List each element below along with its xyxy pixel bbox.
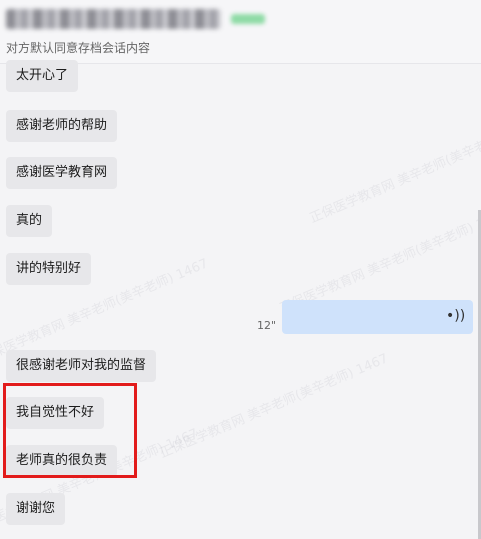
incoming-message[interactable]: 谢谢您 [6,493,66,525]
incoming-message[interactable]: 感谢老师的帮助 [6,110,118,142]
redacted-contact-tag [231,14,265,24]
incoming-message[interactable]: 很感谢老师对我的监督 [6,350,157,382]
voice-duration: 12" [257,319,277,332]
incoming-message[interactable]: 太开心了 [6,60,79,92]
chat-header: 对方默认同意存档会话内容 [0,0,481,64]
watermark: 正保医学教育网 美辛老师(美辛老师) 1467 [307,116,481,227]
watermark: 正保医学教育网 美辛老师(美辛老师) 1467 [157,351,391,462]
highlight-annotation-box [3,383,137,478]
archive-consent-notice: 对方默认同意存档会话内容 [6,41,151,55]
contact-title-row [6,9,265,29]
incoming-message[interactable]: 讲的特别好 [6,253,92,285]
incoming-message[interactable]: 感谢医学教育网 [6,157,118,189]
outgoing-voice-message[interactable]: ((• [282,300,473,334]
redacted-contact-name [6,9,221,29]
voice-wave-icon: ((• [445,308,465,324]
incoming-message[interactable]: 真的 [6,205,53,237]
